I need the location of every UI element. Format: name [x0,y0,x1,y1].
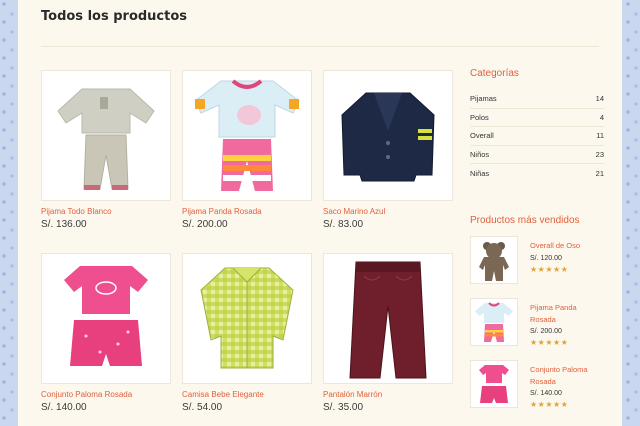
product-name[interactable]: Saco Marino Azul [323,207,453,216]
category-item[interactable]: Niños 23 [470,146,604,165]
gingham-shirt-image [200,267,294,369]
category-count: 21 [595,169,604,179]
product-price: S/. 83.00 [323,219,364,230]
product-card[interactable]: Conjunto Paloma Rosada S/. 140.00 [41,253,171,413]
bestseller-price: S/. 200.00 [530,328,562,335]
star-rating: ★★★★★ [530,264,569,274]
bestseller-item[interactable]: Overall de Oso S/. 120.00 ★★★★★ [470,236,604,298]
category-list: Pijamas 14 Polos 4 Overall 11 Niños 23 N… [470,90,604,183]
product-image[interactable] [323,70,453,201]
bestseller-item[interactable]: Pijama Panda Rosada S/. 200.00 ★★★★★ [470,298,604,360]
product-name[interactable]: Camisa Bebe Elegante [182,390,312,399]
star-rating: ★★★★★ [530,338,569,347]
category-count: 4 [599,112,604,122]
product-name[interactable]: Pijama Panda Rosada [182,207,312,216]
product-image[interactable] [182,70,312,201]
product-card[interactable]: Camisa Bebe Elegante S/. 54.00 [182,253,312,413]
brown-pants-image [349,261,427,379]
category-item[interactable]: Niñas 21 [470,164,604,183]
product-image[interactable] [41,70,171,201]
category-count: 14 [595,94,604,104]
product-grid: Pijama Todo Blanco S/. 136.00 Pijama Pan… [41,70,453,426]
pajama-white-image [57,88,155,190]
product-price: S/. 54.00 [182,402,223,413]
bestsellers-heading: Productos más vendidos [470,215,580,226]
categories-widget: Categorías Pijamas 14 Polos 4 Overall 11… [470,68,604,183]
bear-overall-image [479,242,509,281]
product-card[interactable]: Pijama Panda Rosada S/. 200.00 [182,70,312,230]
product-image[interactable] [182,253,312,384]
bestseller-item[interactable]: Conjunto Paloma Rosada S/. 140.00 ★★★★★ [470,360,604,422]
pajama-panda-pink-image [475,302,513,342]
bestseller-price: S/. 140.00 [530,390,562,397]
page-container: Todos los productos Pijama Todo Blanco S… [18,0,622,426]
product-name[interactable]: Conjunto Paloma Rosada [41,390,171,399]
category-item[interactable]: Polos 4 [470,109,604,128]
bestseller-image[interactable] [470,236,518,284]
category-label[interactable]: Niños [470,150,489,159]
category-label[interactable]: Polos [470,113,489,122]
bestseller-image[interactable] [470,360,518,408]
product-price: S/. 200.00 [182,219,228,230]
pajama-panda-pink-image [194,79,300,191]
product-name[interactable]: Pijama Todo Blanco [41,207,171,216]
category-label[interactable]: Pijamas [470,94,497,103]
product-card[interactable]: Saco Marino Azul S/. 83.00 [323,70,453,230]
product-card[interactable]: Pantalón Marrón S/. 35.00 [323,253,453,413]
pink-set-image [479,365,509,403]
pink-set-image [64,266,148,366]
product-price: S/. 35.00 [323,402,364,413]
product-price: S/. 140.00 [41,402,87,413]
navy-cardigan-image [341,92,435,182]
product-image[interactable] [323,253,453,384]
bestseller-image[interactable] [470,298,518,346]
star-rating: ★★★★★ [530,400,569,409]
categories-heading: Categorías [470,68,519,79]
bestseller-price: S/. 120.00 [530,254,562,262]
category-count: 11 [596,131,604,141]
bestseller-name[interactable]: Overall de Oso [530,240,604,252]
category-label[interactable]: Niñas [470,169,489,178]
category-item[interactable]: Pijamas 14 [470,90,604,109]
bestseller-name[interactable]: Conjunto Paloma Rosada [530,364,604,387]
product-price: S/. 136.00 [41,219,87,230]
bestsellers-widget: Productos más vendidos Overall de Oso S/… [470,215,604,422]
product-card[interactable]: Pijama Todo Blanco S/. 136.00 [41,70,171,230]
category-item[interactable]: Overall 11 [470,127,604,146]
category-count: 23 [595,150,604,160]
category-label[interactable]: Overall [470,131,494,140]
product-name[interactable]: Pantalón Marrón [323,390,453,399]
page-title: Todos los productos [41,9,188,24]
bestseller-name[interactable]: Pijama Panda Rosada [530,302,604,325]
product-image[interactable] [41,253,171,384]
title-divider [41,46,599,47]
